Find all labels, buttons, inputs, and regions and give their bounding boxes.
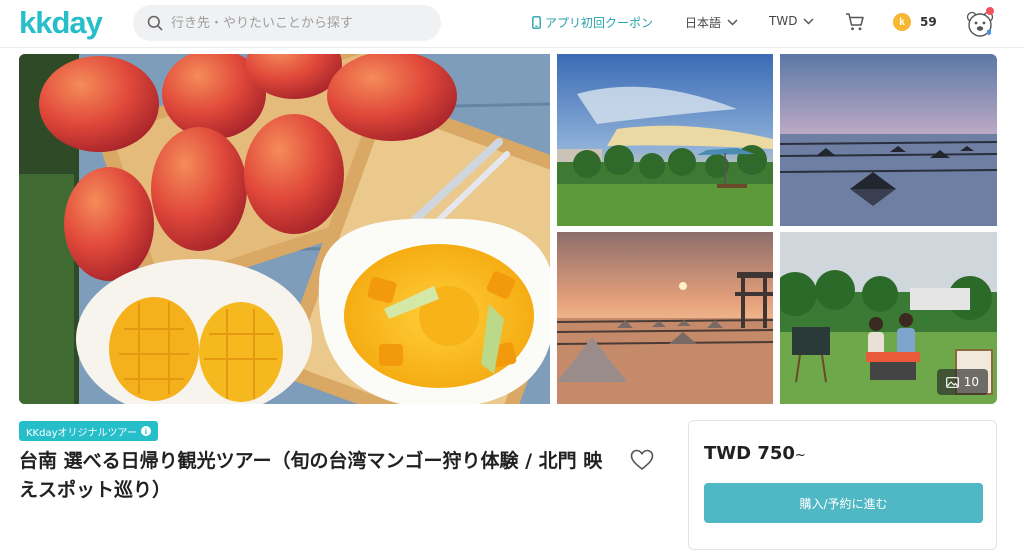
kkday-points[interactable]: k 59 <box>893 13 937 31</box>
currency-label: TWD <box>769 14 798 28</box>
image-icon <box>945 376 959 388</box>
photo-hosts-in-orchard[interactable]: 10 <box>780 232 997 404</box>
main-photo-mango-shaved-ice[interactable] <box>19 54 550 404</box>
app-coupon-label: アプリ初回クーポン <box>545 16 654 30</box>
book-now-button[interactable]: 購入/予約に進む <box>704 483 983 523</box>
price-suffix: ~ <box>794 448 806 463</box>
cart-icon <box>846 13 864 31</box>
search-icon <box>147 15 163 31</box>
cart-button[interactable] <box>845 12 865 36</box>
photo-count-label: 10 <box>963 375 979 389</box>
smartphone-icon <box>532 16 541 29</box>
view-all-photos-button[interactable]: 10 <box>936 369 988 395</box>
price: TWD 750~ <box>704 443 806 464</box>
coin-icon: k <box>893 13 911 31</box>
app-coupon-link[interactable]: アプリ初回クーポン <box>532 14 653 31</box>
top-header: kkday アプリ初回クーポン 日本語 TWD k <box>0 0 1024 48</box>
language-label: 日本語 <box>685 16 722 30</box>
kkday-original-badge: KKdayオリジナルツアー i <box>19 421 158 441</box>
photo-salt-field-twilight[interactable] <box>780 54 997 226</box>
badge-label: KKdayオリジナルツアー <box>26 427 137 439</box>
wishlist-button[interactable] <box>630 449 654 475</box>
language-selector[interactable]: 日本語 <box>685 14 738 31</box>
kkday-logo[interactable]: kkday <box>19 5 103 41</box>
photo-orchard-sunset[interactable] <box>557 54 773 226</box>
photo-gallery: 10 <box>19 54 997 404</box>
points-count: 59 <box>920 15 937 29</box>
user-avatar[interactable] <box>965 7 995 39</box>
search-bar[interactable] <box>133 5 441 41</box>
notification-dot <box>986 7 994 15</box>
photo-salt-mounds-sunset[interactable] <box>557 232 773 404</box>
heart-icon <box>630 449 654 470</box>
chevron-down-icon <box>803 17 814 25</box>
search-input[interactable] <box>171 15 421 31</box>
booking-card: TWD 750~ 購入/予約に進む <box>688 420 997 550</box>
product-title: 台南 選べる日帰り観光ツアー（旬の台湾マンゴー狩り体験 / 北門 映えスポット巡… <box>19 450 603 501</box>
chevron-down-icon <box>727 19 738 26</box>
currency-selector[interactable]: TWD <box>769 14 814 28</box>
price-value: TWD 750 <box>704 443 795 464</box>
info-icon[interactable]: i <box>140 426 151 436</box>
